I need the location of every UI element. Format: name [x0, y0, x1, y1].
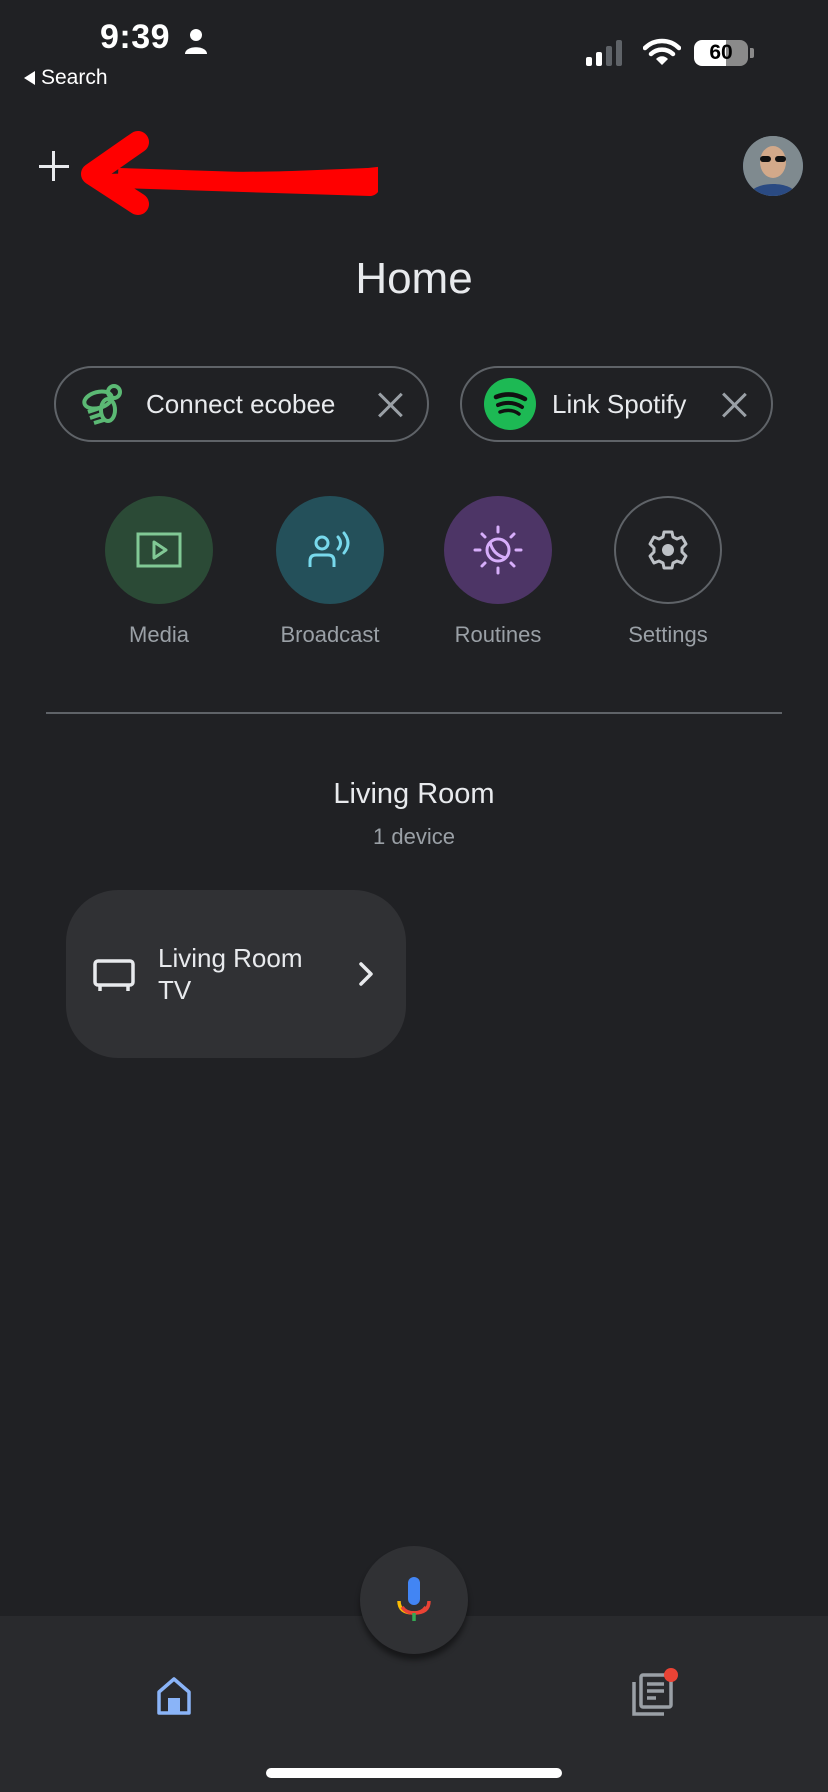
room-title: Living Room: [333, 778, 495, 810]
red-arrow-annotation: [81, 131, 378, 215]
add-button[interactable]: [34, 146, 74, 186]
device-name: Living Room TV: [158, 943, 303, 1005]
broadcast-button[interactable]: [276, 496, 384, 604]
routines-button[interactable]: [444, 496, 552, 604]
google-mic-icon: [397, 1577, 431, 1621]
gear-icon: [648, 530, 688, 570]
ecobee-bee-icon: [82, 384, 122, 425]
action-label: Settings: [628, 622, 708, 647]
close-icon[interactable]: [721, 392, 747, 418]
battery-nub: [750, 48, 754, 58]
device-card-living-room-tv[interactable]: Living Room TV: [66, 890, 406, 1058]
back-to-search-link[interactable]: Search: [24, 66, 108, 90]
tv-icon: [93, 959, 135, 991]
action-label: Broadcast: [280, 622, 380, 647]
settings-button[interactable]: [614, 496, 722, 604]
avatar[interactable]: [743, 136, 803, 196]
connect-ecobee-chip[interactable]: Connect ecobee: [54, 366, 429, 442]
person-icon: [185, 29, 207, 54]
broadcast-action[interactable]: Broadcast: [270, 496, 390, 648]
close-icon[interactable]: [377, 392, 403, 418]
voice-assistant-button[interactable]: [360, 1546, 468, 1654]
divider: [46, 712, 782, 714]
home-icon[interactable]: [156, 1676, 192, 1716]
action-label: Routines: [454, 622, 542, 647]
link-spotify-chip[interactable]: Link Spotify: [460, 366, 773, 442]
cellular-signal-icon: [586, 40, 622, 66]
spotify-icon: [484, 378, 536, 430]
chip-label: Link Spotify: [552, 388, 687, 419]
settings-action[interactable]: Settings: [613, 496, 723, 648]
broadcast-person-icon: [308, 531, 350, 567]
back-label: Search: [41, 66, 108, 89]
wifi-icon: [643, 38, 681, 65]
status-time: 9:39: [100, 18, 171, 56]
chevron-right-icon: [359, 962, 373, 986]
media-button[interactable]: [105, 496, 213, 604]
play-screen-icon: [136, 532, 182, 568]
notification-badge: [664, 1668, 678, 1682]
page-title: Home: [355, 254, 473, 303]
home-indicator[interactable]: [266, 1768, 562, 1778]
room-device-count: 1 device: [373, 824, 455, 849]
media-action[interactable]: Media: [104, 496, 214, 648]
back-triangle-icon: [24, 71, 35, 85]
avatar-photo: [743, 136, 803, 196]
battery-percent: 60: [709, 41, 733, 64]
routines-action[interactable]: Routines: [443, 496, 553, 648]
battery-icon: 60: [694, 40, 748, 66]
action-label: Media: [129, 622, 189, 647]
chip-label: Connect ecobee: [146, 388, 336, 419]
sun-moon-icon: [473, 525, 523, 575]
